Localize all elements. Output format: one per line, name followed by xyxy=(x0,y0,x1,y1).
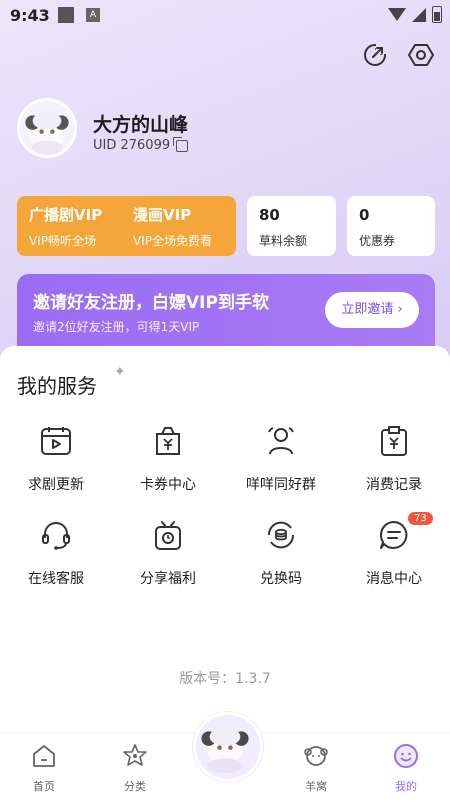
service-label: 卡券中心 xyxy=(140,477,196,493)
invite-title: 邀请好友注册，白嫖VIP到手软 xyxy=(33,293,269,313)
stat-coupons[interactable]: 0 优惠券 xyxy=(347,196,435,256)
receipt-icon xyxy=(381,426,407,456)
invite-button-label: 立即邀请 xyxy=(341,302,394,317)
battery-icon xyxy=(432,6,442,23)
user-id: UID 276099 xyxy=(93,136,189,153)
headset-icon xyxy=(42,522,70,550)
service-label: 兑换码 xyxy=(260,571,302,587)
vip-comic-title: 漫画VIP xyxy=(133,206,192,224)
section-title: 我的服务 xyxy=(17,374,97,398)
service-label: 消费记录 xyxy=(366,477,422,493)
copy-icon[interactable] xyxy=(173,136,189,152)
service-spending-records[interactable]: 消费记录 xyxy=(338,424,450,494)
notification-icon xyxy=(58,7,74,23)
coupon-bag-icon xyxy=(156,427,180,455)
message-icon xyxy=(379,520,408,549)
calendar-play-icon xyxy=(41,427,71,455)
status-time: 9:43 xyxy=(10,6,50,25)
group-icon xyxy=(268,427,294,455)
invite-banner[interactable]: 邀请好友注册，白嫖VIP到手软 邀请2位好友注册，可得1天VIP 立即邀请 › xyxy=(17,274,435,354)
service-online-support[interactable]: 在线客服 xyxy=(0,518,112,588)
wifi-icon xyxy=(388,8,406,21)
profile-smile-icon xyxy=(394,744,418,768)
service-message-center[interactable]: 73 消息中心 xyxy=(338,512,450,588)
sparkle-icon: ✦ xyxy=(114,364,126,380)
service-label: 求剧更新 xyxy=(28,477,84,493)
signal-icon xyxy=(412,7,426,22)
nav-label: 我的 xyxy=(395,780,417,793)
center-avatar-button[interactable] xyxy=(193,712,263,782)
status-bar: 9:43 A xyxy=(0,0,450,30)
sheep-icon xyxy=(304,746,328,766)
app-version: 版本号：1.3.7 xyxy=(179,671,271,687)
nav-home[interactable]: 首页 xyxy=(14,743,74,794)
nav-mine[interactable]: 我的 xyxy=(376,743,436,794)
stat-grass-balance[interactable]: 80 草料余额 xyxy=(247,196,336,256)
avatar[interactable] xyxy=(17,98,77,158)
coin-exchange-icon xyxy=(267,521,295,549)
service-share-rewards[interactable]: 分享福利 xyxy=(112,518,224,588)
invite-now-button[interactable]: 立即邀请 › xyxy=(325,292,419,328)
vip-comic[interactable]: 漫画VIP VIP全场免费看 xyxy=(133,204,212,249)
nav-sheep-den[interactable]: 羊窝 xyxy=(286,743,346,794)
vip-card[interactable]: 广播剧VIP VIP畅听全场 漫画VIP VIP全场免费看 xyxy=(17,196,236,256)
nav-label: 羊窝 xyxy=(305,780,327,793)
sheep-mascot-icon xyxy=(201,727,249,773)
user-id-text: UID 276099 xyxy=(93,138,171,153)
vip-audio-drama[interactable]: 广播剧VIP VIP畅听全场 xyxy=(29,204,102,249)
app-notification-icon: A xyxy=(86,8,100,22)
vip-audio-drama-title: 广播剧VIP xyxy=(29,206,103,224)
nav-label: 分类 xyxy=(124,780,146,793)
username: 大方的山峰 xyxy=(93,114,189,136)
service-label: 在线客服 xyxy=(28,571,84,587)
service-label: 分享福利 xyxy=(140,571,196,587)
unread-badge: 73 xyxy=(408,512,433,525)
service-fan-group[interactable]: 咩咩同好群 xyxy=(225,424,337,494)
service-redeem-code[interactable]: 兑换码 xyxy=(225,518,337,588)
service-label: 消息中心 xyxy=(366,571,422,587)
service-drama-request[interactable]: 求剧更新 xyxy=(0,424,112,494)
vip-comic-subtitle: VIP全场免费看 xyxy=(133,234,212,248)
stat-label: 草料余额 xyxy=(259,234,308,248)
service-label: 咩咩同好群 xyxy=(246,477,316,493)
share-icon[interactable] xyxy=(362,42,388,68)
invite-subtitle: 邀请2位好友注册，可得1天VIP xyxy=(33,320,200,334)
chevron-right-icon: › xyxy=(397,302,403,317)
service-coupon-center[interactable]: 卡券中心 xyxy=(112,424,224,494)
nav-label: 首页 xyxy=(33,780,55,793)
category-icon xyxy=(123,744,147,766)
profile-header: 大方的山峰 UID 276099 xyxy=(17,98,189,158)
home-icon xyxy=(33,745,55,767)
settings-icon[interactable] xyxy=(408,42,434,68)
stat-value: 0 xyxy=(359,206,370,224)
nav-category[interactable]: 分类 xyxy=(105,743,165,794)
stat-value: 80 xyxy=(259,206,280,224)
gift-icon xyxy=(155,521,181,550)
stat-label: 优惠券 xyxy=(359,234,396,248)
vip-audio-drama-subtitle: VIP畅听全场 xyxy=(29,234,96,248)
